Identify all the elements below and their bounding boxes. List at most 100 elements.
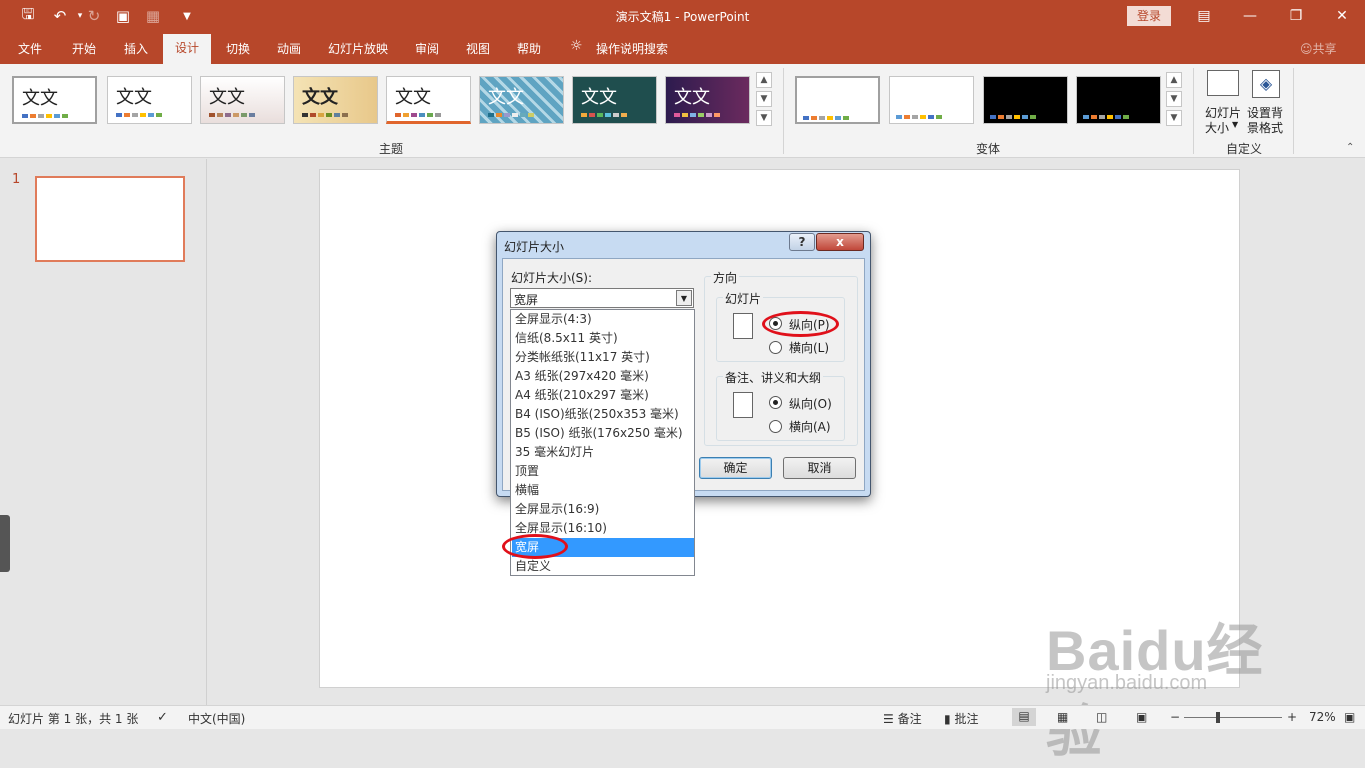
tab-review[interactable]: 审阅 [415, 40, 439, 57]
slides-landscape-label[interactable]: 横向(L) [789, 339, 829, 356]
tab-slideshow[interactable]: 幻灯片放映 [328, 40, 388, 57]
gallery-down-icon[interactable]: ▼ [756, 91, 772, 107]
tab-transitions[interactable]: 切换 [226, 40, 250, 57]
tab-animations[interactable]: 动画 [277, 40, 301, 57]
watermark: Baidu经验 jingyan.baidu.com [1046, 584, 1286, 763]
theme-sample-text: 文文 [581, 87, 617, 108]
zoom-out-button[interactable]: − [1170, 710, 1180, 724]
variant-more-icon[interactable]: ▼ [1166, 110, 1182, 126]
size-option[interactable]: 全屏显示(16:9) [512, 500, 694, 519]
slide-size-label-2[interactable]: 大小 [1205, 119, 1229, 136]
minimize-icon[interactable]: — [1227, 0, 1273, 32]
theme-ink[interactable]: 文文 [293, 76, 378, 124]
tab-home[interactable]: 开始 [72, 40, 96, 57]
ribbon-display-icon[interactable]: ▤ [1181, 0, 1227, 32]
notes-button[interactable]: ☰ 备注 [883, 710, 922, 727]
size-option[interactable]: B5 (ISO) 纸张(176x250 毫米) [512, 424, 694, 443]
share-label: 共享 [1312, 42, 1337, 56]
tab-insert[interactable]: 插入 [124, 40, 148, 57]
tab-file[interactable]: 文件 [18, 40, 42, 57]
zoom-slider-thumb[interactable] [1216, 712, 1220, 723]
theme-sample-text: 文文 [488, 87, 524, 108]
notes-portrait-label[interactable]: 纵向(O) [789, 395, 832, 412]
undo-icon[interactable]: ↶ [50, 6, 70, 26]
layout-icon[interactable]: ▦ [143, 6, 163, 26]
presentation-icon[interactable]: ▣ [113, 6, 133, 26]
theme-office[interactable]: 文文 [12, 76, 97, 124]
save-icon[interactable]: 🖫 [18, 5, 38, 26]
group-label-customize: 自定义 [1226, 142, 1263, 156]
tab-help[interactable]: 帮助 [517, 40, 541, 57]
slides-landscape-radio[interactable] [769, 341, 782, 354]
theme-purple[interactable]: 文文 [665, 76, 750, 124]
theme-ion[interactable]: 文文 [386, 76, 471, 124]
reading-view-icon[interactable]: ◫ [1096, 710, 1107, 724]
help-button[interactable]: ? [789, 233, 815, 251]
theme-sample-text: 文文 [209, 87, 245, 108]
size-option[interactable]: 信纸(8.5x11 英寸) [512, 329, 694, 348]
format-background-icon[interactable]: ◈ [1252, 70, 1280, 98]
variant-4[interactable] [1076, 76, 1161, 124]
tab-design[interactable]: 设计 [163, 34, 211, 64]
slide-size-dropdown-icon[interactable]: ▼ [1232, 120, 1238, 129]
size-option[interactable]: 全屏显示(4:3) [512, 310, 694, 329]
theme-pattern[interactable]: 文文 [479, 76, 564, 124]
size-option[interactable]: 35 毫米幻灯片 [512, 443, 694, 462]
ok-button[interactable]: 确定 [699, 457, 772, 479]
close-window-icon[interactable]: ✕ [1319, 0, 1365, 32]
redo-icon[interactable]: ↻ [84, 6, 104, 26]
fit-slide-icon[interactable]: ▣ [1344, 710, 1355, 724]
size-option[interactable]: B4 (ISO)纸张(250x353 毫米) [512, 405, 694, 424]
side-grip[interactable] [0, 515, 10, 572]
watermark-sub: jingyan.baidu.com [1046, 672, 1208, 694]
size-option[interactable]: A4 纸张(210x297 毫米) [512, 386, 694, 405]
cancel-button[interactable]: 取消 [783, 457, 856, 479]
notes-portrait-radio[interactable] [769, 396, 782, 409]
slide-size-select[interactable]: 宽屏 ▼ [510, 288, 694, 308]
chevron-down-icon[interactable]: ▼ [676, 290, 692, 306]
slide-thumbnail[interactable] [35, 176, 185, 262]
status-bar: 幻灯片 第 1 张，共 1 张 ✓ 中文(中国) ☰ 备注 ▮ 批注 ▤ ▦ ◫… [0, 705, 1365, 729]
slide-sorter-icon[interactable]: ▦ [1057, 710, 1068, 724]
notes-landscape-label[interactable]: 横向(A) [789, 418, 831, 435]
highlight-circle-portrait [762, 311, 839, 337]
gallery-more-icon[interactable]: ▼ [756, 110, 772, 126]
size-option[interactable]: 自定义 [512, 557, 694, 576]
tab-view[interactable]: 视图 [466, 40, 490, 57]
theme-facet[interactable]: 文文 [200, 76, 285, 124]
variant-3[interactable] [983, 76, 1068, 124]
gallery-up-icon[interactable]: ▲ [756, 72, 772, 88]
slideshow-icon[interactable]: ▣ [1136, 710, 1147, 724]
tell-me-search[interactable]: 操作说明搜索 [596, 40, 668, 57]
zoom-slider-track[interactable] [1184, 717, 1282, 718]
variant-1[interactable] [795, 76, 880, 124]
portrait-page-icon [733, 392, 753, 418]
variant-2[interactable] [889, 76, 974, 124]
zoom-level[interactable]: 72% [1309, 710, 1336, 724]
zoom-in-button[interactable]: + [1287, 710, 1297, 724]
login-button[interactable]: 登录 [1127, 6, 1171, 26]
size-option[interactable]: 顶置 [512, 462, 694, 481]
slides-group-label: 幻灯片 [723, 290, 764, 307]
restore-icon[interactable]: ❐ [1273, 0, 1319, 32]
customize-toolbar-icon[interactable]: ▼ [177, 6, 197, 26]
group-label-themes: 主题 [379, 142, 404, 156]
theme-office-2[interactable]: 文文 [107, 76, 192, 124]
size-option[interactable]: 分类帐纸张(11x17 英寸) [512, 348, 694, 367]
spell-check-icon[interactable]: ✓ [157, 710, 168, 725]
collapse-ribbon-icon[interactable]: ⌃ [1346, 142, 1354, 153]
slide-size-icon[interactable] [1207, 70, 1239, 96]
language-indicator[interactable]: 中文(中国) [188, 710, 245, 727]
normal-view-icon[interactable]: ▤ [1012, 708, 1036, 726]
variant-up-icon[interactable]: ▲ [1166, 72, 1182, 88]
notes-label: 备注 [897, 712, 922, 726]
comments-button[interactable]: ▮ 批注 [944, 710, 978, 727]
size-option[interactable]: 横幅 [512, 481, 694, 500]
notes-landscape-radio[interactable] [769, 420, 782, 433]
close-dialog-button[interactable]: x [816, 233, 864, 251]
format-background-label-2[interactable]: 景格式 [1247, 119, 1283, 136]
variant-down-icon[interactable]: ▼ [1166, 91, 1182, 107]
share-button[interactable]: ☺共享 [1300, 40, 1337, 57]
theme-teal[interactable]: 文文 [572, 76, 657, 124]
size-option[interactable]: A3 纸张(297x420 毫米) [512, 367, 694, 386]
